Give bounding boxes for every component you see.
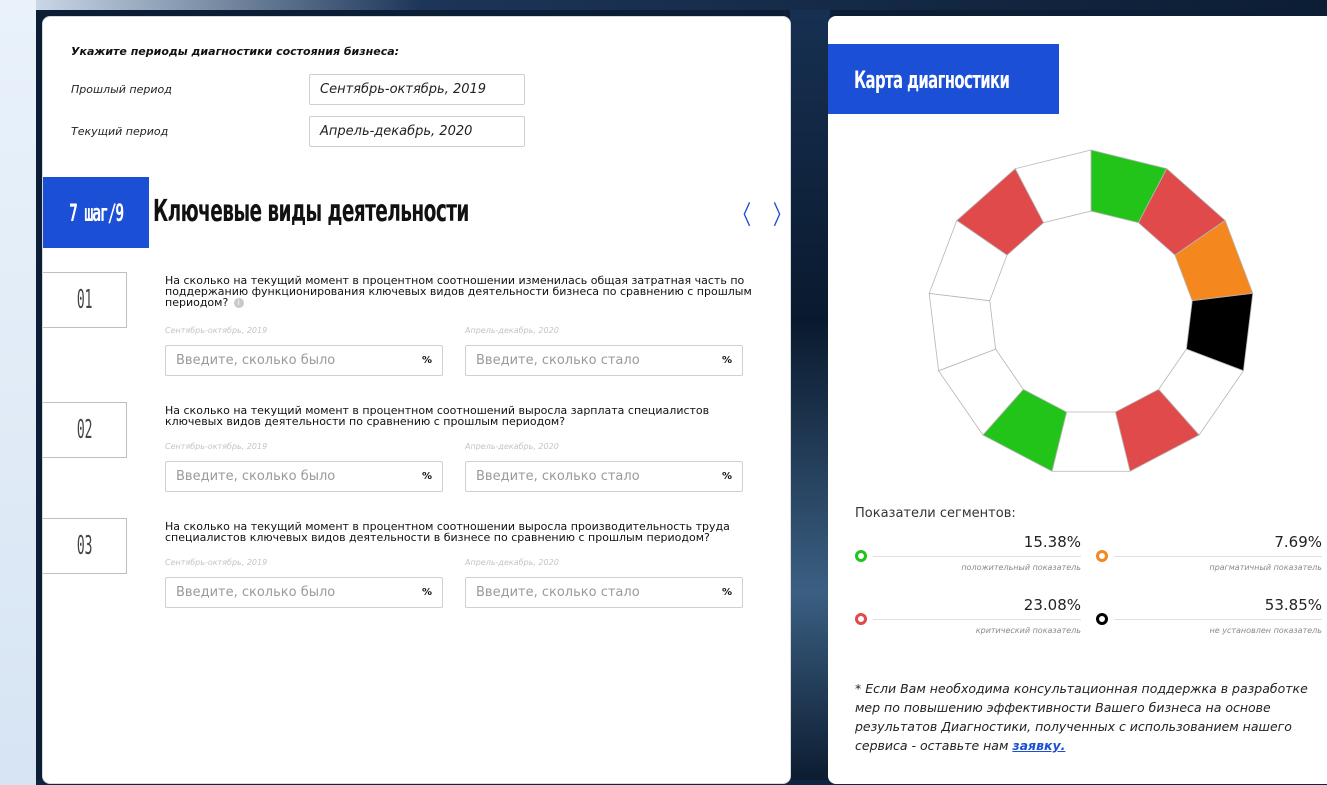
value-after-input[interactable]: Введите, сколько стало %: [465, 461, 743, 492]
question-text: На сколько на текущий момент в процентно…: [165, 274, 752, 309]
current-period-label: Текущий период: [71, 125, 169, 138]
value-before-placeholder: Введите, сколько было: [176, 469, 336, 484]
info-icon[interactable]: i: [233, 298, 244, 308]
question-number: 03: [43, 518, 127, 574]
value-after-placeholder: Введите, сколько стало: [476, 469, 640, 484]
value-before-input[interactable]: Введите, сколько было %: [165, 461, 443, 492]
percent-unit: %: [421, 587, 432, 598]
value-before-placeholder: Введите, сколько было: [176, 585, 336, 600]
indicator-positive: 15.38% положительный показатель: [855, 533, 1081, 577]
past-period-label: Прошлый период: [71, 83, 172, 96]
value-before-placeholder: Введите, сколько было: [176, 353, 336, 368]
indicator-pragmatic: 7.69% прагматичный показатель: [1096, 533, 1322, 577]
indicator-line: [873, 619, 1081, 620]
diagnostics-map-panel: Карта диагностики Показатели сегментов: …: [828, 16, 1327, 784]
positive-dot-icon: [855, 550, 867, 562]
background-top: [36, 0, 1327, 10]
indicator-line: [1114, 556, 1322, 557]
request-link[interactable]: заявку.: [1012, 738, 1065, 753]
background-left: [0, 0, 36, 785]
indicator-caption: не установлен показатель: [1209, 626, 1322, 635]
value-after-input[interactable]: Введите, сколько стало %: [465, 345, 743, 376]
critical-dot-icon: [855, 613, 867, 625]
question-number: 02: [43, 402, 127, 458]
value-after-input[interactable]: Введите, сколько стало %: [465, 577, 743, 608]
questionnaire-panel: Укажите периоды диагностики состояния би…: [42, 16, 791, 784]
percent-unit: %: [721, 355, 732, 366]
value-after-placeholder: Введите, сколько стало: [476, 353, 640, 368]
indicator-caption: прагматичный показатель: [1209, 563, 1322, 572]
indicator-line: [873, 556, 1081, 557]
step-title: Ключевые виды деятельности: [153, 194, 469, 229]
step-navigation: 〈 〉: [729, 195, 790, 232]
indicator-critical: 23.08% критический показатель: [855, 596, 1081, 640]
question-period-before: Сентябрь-октябрь, 2019: [165, 326, 268, 335]
question-period-after: Апрель-декабрь, 2020: [465, 558, 559, 567]
value-after-placeholder: Введите, сколько стало: [476, 585, 640, 600]
indicator-line: [1114, 619, 1322, 620]
indicator-value: 15.38%: [1023, 533, 1081, 551]
chevron-right-icon[interactable]: 〉: [773, 195, 790, 232]
indicator-unset: 53.85% не установлен показатель: [1096, 596, 1322, 640]
step-badge: 7 шаг/9: [43, 177, 150, 248]
consultation-note-text: * Если Вам необходима консультационная п…: [855, 681, 1308, 753]
percent-unit: %: [421, 355, 432, 366]
diagnostics-donut-chart: [928, 149, 1254, 472]
percent-unit: %: [721, 471, 732, 482]
indicator-caption: положительный показатель: [961, 563, 1081, 572]
segments-title: Показатели сегментов:: [855, 506, 1016, 521]
map-title: Карта диагностики: [854, 66, 1010, 94]
indicator-value: 7.69%: [1274, 533, 1322, 551]
indicator-value: 23.08%: [1023, 596, 1081, 614]
background-gap: [790, 10, 830, 785]
current-period-input[interactable]: Апрель-декабрь, 2020: [309, 116, 525, 147]
indicator-value: 53.85%: [1264, 596, 1322, 614]
question-text: На сколько на текущий момент в процентно…: [165, 520, 730, 544]
question-period-after: Апрель-декабрь, 2020: [465, 326, 559, 335]
percent-unit: %: [721, 587, 732, 598]
pragmatic-dot-icon: [1096, 550, 1108, 562]
question-text: На сколько на текущий момент в процентно…: [165, 404, 710, 428]
unset-dot-icon: [1096, 613, 1108, 625]
value-before-input[interactable]: Введите, сколько было %: [165, 345, 443, 376]
percent-unit: %: [421, 471, 432, 482]
question-period-before: Сентябрь-октябрь, 2019: [165, 442, 268, 451]
question-period-before: Сентябрь-октябрь, 2019: [165, 558, 268, 567]
chevron-left-icon[interactable]: 〈: [733, 195, 751, 232]
question-period-after: Апрель-декабрь, 2020: [465, 442, 559, 451]
past-period-input[interactable]: Сентябрь-октябрь, 2019: [309, 74, 525, 105]
periods-title: Укажите периоды диагностики состояния би…: [71, 45, 400, 58]
indicator-caption: критический показатель: [975, 626, 1081, 635]
consultation-note: * Если Вам необходима консультационная п…: [855, 679, 1327, 755]
value-before-input[interactable]: Введите, сколько было %: [165, 577, 443, 608]
question-number: 01: [43, 272, 127, 328]
